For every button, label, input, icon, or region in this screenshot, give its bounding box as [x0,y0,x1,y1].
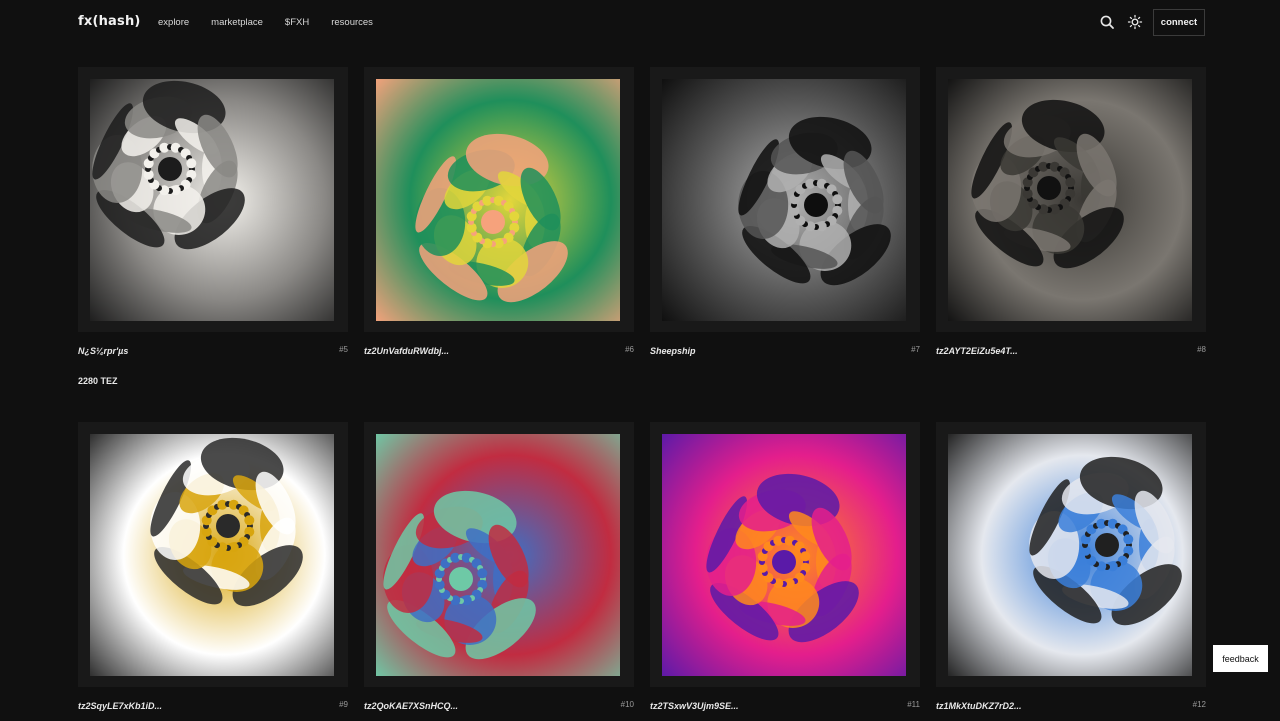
artwork-author[interactable]: tz2TSxwV3Ujm9SE... [650,701,739,711]
edition-number: #11 [907,700,920,709]
artwork-thumbnail[interactable] [90,434,334,676]
card-meta: tz1MkXtuDKZ7rD2... #12 [936,700,1206,721]
artwork-thumbnail[interactable] [662,79,906,321]
artwork-card[interactable]: Sheepship #7 [650,67,920,366]
artwork-card[interactable]: N¿S¼rpr'µs #5 2280 TEZ [78,67,348,386]
edition-number: #12 [1192,700,1206,709]
artwork-author[interactable]: tz2SqyLE7xKb1iD... [78,701,162,711]
main-nav: explore marketplace $FXH resources [158,17,395,28]
edition-number: #10 [620,700,634,709]
artwork-thumbnail[interactable] [948,434,1192,676]
fxhash-logo[interactable]: fx(hash) [78,14,141,29]
top-navbar: fx(hash) explore marketplace $FXH resour… [0,0,1280,46]
artwork-frame[interactable] [364,422,634,687]
artwork-frame[interactable] [364,67,634,332]
card-meta: tz2UnVafduRWdbj... #6 [364,345,634,366]
artwork-frame[interactable] [78,67,348,332]
nav-resources[interactable]: resources [331,17,373,28]
artwork-card[interactable]: tz2QoKAE7XSnHCQ... #10 [364,422,634,721]
artwork-thumbnail[interactable] [662,434,906,676]
feedback-button[interactable]: feedback [1213,645,1268,672]
card-meta: Sheepship #7 [650,345,920,366]
artwork-frame[interactable] [650,422,920,687]
artwork-thumbnail[interactable] [948,79,1192,321]
nav-marketplace[interactable]: marketplace [211,17,263,28]
artwork-thumbnail[interactable] [376,434,620,676]
artwork-frame[interactable] [78,422,348,687]
artwork-card[interactable]: tz2TSxwV3Ujm9SE... #11 [650,422,920,721]
edition-number: #6 [625,345,634,354]
artwork-card[interactable]: tz1MkXtuDKZ7rD2... #12 [936,422,1206,721]
nav-fxh[interactable]: $FXH [285,17,309,28]
edition-number: #5 [339,345,348,354]
artwork-price: 2280 TEZ [78,376,118,386]
artwork-author[interactable]: tz2AYT2EiZu5e4T... [936,346,1018,356]
artwork-author[interactable]: tz2UnVafduRWdbj... [364,346,449,356]
artwork-frame[interactable] [936,422,1206,687]
artwork-author[interactable]: tz1MkXtuDKZ7rD2... [936,701,1022,711]
artwork-card[interactable]: tz2AYT2EiZu5e4T... #8 [936,67,1206,366]
card-meta: tz2AYT2EiZu5e4T... #8 [936,345,1206,366]
card-meta: N¿S¼rpr'µs #5 2280 TEZ [78,345,348,386]
artwork-author[interactable]: tz2QoKAE7XSnHCQ... [364,701,458,711]
sun-icon[interactable] [1127,14,1143,30]
card-meta: tz2TSxwV3Ujm9SE... #11 [650,700,920,721]
artwork-thumbnail[interactable] [90,79,334,321]
artwork-author[interactable]: N¿S¼rpr'µs [78,346,128,356]
artwork-frame[interactable] [936,67,1206,332]
nav-explore[interactable]: explore [158,17,189,28]
artwork-card[interactable]: tz2UnVafduRWdbj... #6 [364,67,634,366]
connect-button[interactable]: connect [1153,9,1205,36]
card-meta: tz2QoKAE7XSnHCQ... #10 [364,700,634,721]
card-meta: tz2SqyLE7xKb1iD... #9 [78,700,348,721]
edition-number: #8 [1197,345,1206,354]
artwork-frame[interactable] [650,67,920,332]
artwork-thumbnail[interactable] [376,79,620,321]
edition-number: #9 [339,700,348,709]
artwork-author[interactable]: Sheepship [650,346,696,356]
edition-number: #7 [911,345,920,354]
search-icon[interactable] [1099,14,1115,30]
artwork-card[interactable]: tz2SqyLE7xKb1iD... #9 [78,422,348,721]
